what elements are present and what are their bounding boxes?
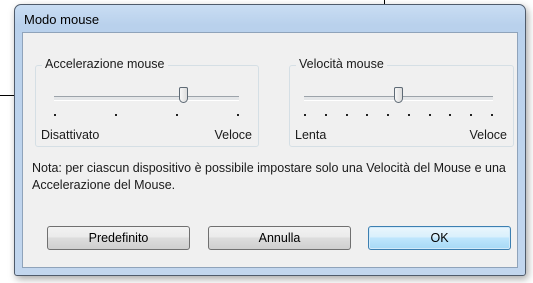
slider-tick — [387, 114, 390, 116]
acceleration-slider-ticks — [54, 114, 239, 118]
speed-max-label: Veloce — [469, 128, 507, 142]
acceleration-slider-thumb[interactable] — [179, 87, 188, 103]
slider-tick — [237, 114, 239, 116]
slider-tick — [54, 114, 56, 116]
speed-group-label: Velocità mouse — [296, 57, 387, 71]
speed-min-label: Lenta — [295, 128, 327, 142]
speed-group: Velocità mouse Lenta Veloce — [289, 57, 514, 147]
slider-tick — [324, 114, 327, 116]
slider-tick — [449, 114, 452, 116]
slider-tick — [428, 114, 431, 116]
slider-tick — [491, 114, 493, 116]
slider-tick — [345, 114, 348, 116]
speed-slider-ticks — [304, 114, 493, 118]
speed-slider-thumb[interactable] — [394, 87, 403, 103]
acceleration-group-label: Accelerazione mouse — [42, 57, 168, 71]
slider-tick — [176, 114, 178, 116]
info-note: Nota: per ciascun dispositivo è possibil… — [32, 161, 506, 192]
acceleration-min-label: Disattivato — [41, 128, 100, 142]
mouse-mode-dialog: Modo mouse Accelerazione mouse Disattiva… — [14, 4, 526, 276]
default-button[interactable]: Predefinito — [47, 226, 190, 250]
slider-tick — [470, 114, 473, 116]
dialog-title: Modo mouse — [24, 12, 100, 27]
slider-tick — [407, 114, 410, 116]
title-bar[interactable]: Modo mouse — [15, 5, 525, 32]
slider-tick — [366, 114, 369, 116]
acceleration-max-label: Veloce — [214, 128, 252, 142]
acceleration-group: Accelerazione mouse Disattivato Veloce — [35, 57, 259, 147]
slider-tick — [304, 114, 306, 116]
acceleration-slider-track[interactable] — [54, 96, 239, 101]
ok-button[interactable]: OK — [368, 226, 511, 250]
cancel-button[interactable]: Annulla — [208, 226, 351, 250]
dialog-client-area: Accelerazione mouse Disattivato Veloce V… — [22, 32, 518, 268]
slider-tick — [115, 114, 117, 116]
